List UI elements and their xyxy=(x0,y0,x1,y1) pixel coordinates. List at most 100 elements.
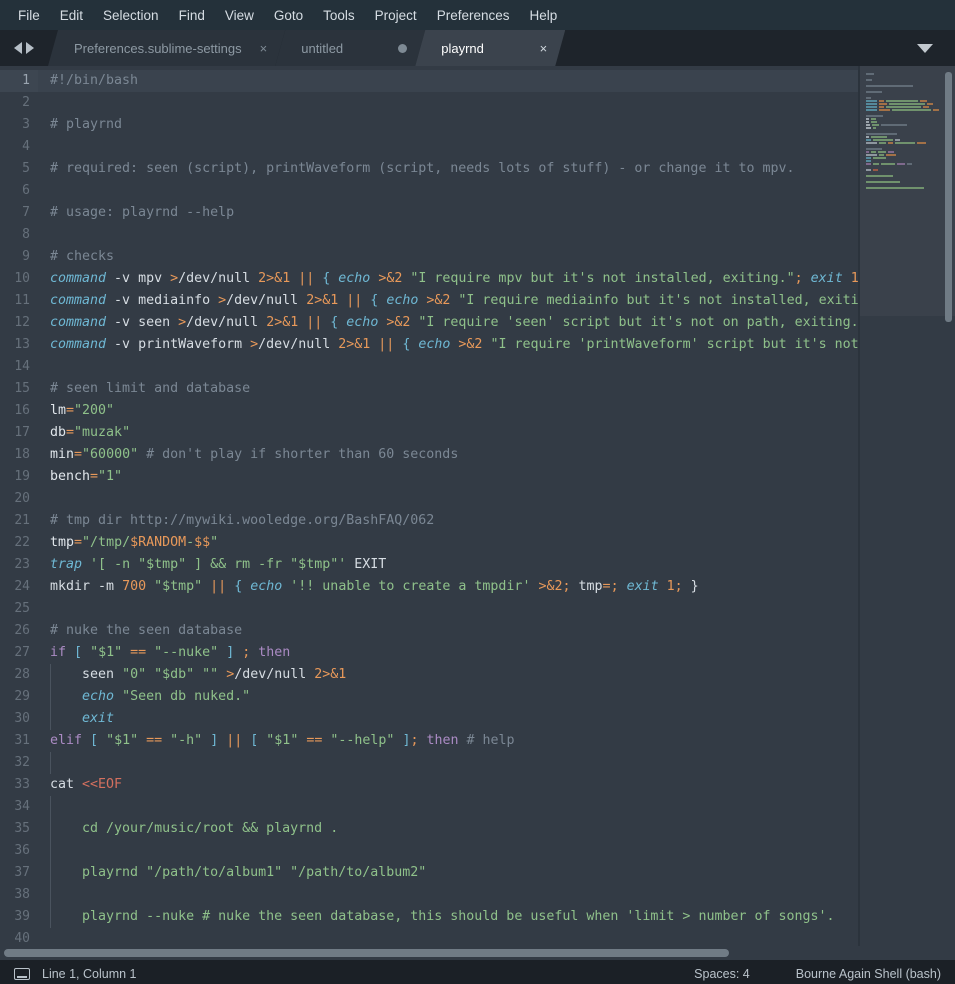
code-line[interactable]: tmp="/tmp/$RANDOM-$$" xyxy=(38,532,858,554)
code-token: if xyxy=(50,645,67,660)
code-line[interactable] xyxy=(38,180,858,202)
close-icon[interactable]: × xyxy=(540,42,548,55)
code-line[interactable]: elif [ "$1" == "-h" ] || [ "$1" == "--he… xyxy=(38,730,858,752)
code-line[interactable]: min="60000" # don't play if shorter than… xyxy=(38,444,858,466)
code-content[interactable]: #!/bin/bash # playrnd # required: seen (sc… xyxy=(38,66,858,946)
code-token: >&2 xyxy=(426,293,451,308)
tab-dropdown-button[interactable] xyxy=(907,30,943,66)
arrow-right-icon[interactable] xyxy=(26,42,34,54)
code-token: "/tmp/ xyxy=(82,535,131,550)
code-token: /dev/null xyxy=(258,337,339,352)
line-number: 23 xyxy=(14,557,30,572)
line-number: 19 xyxy=(14,469,30,484)
status-syntax-mode[interactable]: Bourne Again Shell (bash) xyxy=(796,967,941,981)
code-line[interactable]: command -v seen >/dev/null 2>&1 || { ech… xyxy=(38,312,858,334)
horizontal-scrollbar-track[interactable] xyxy=(0,946,955,960)
code-token: "200" xyxy=(74,403,115,418)
menu-item-view[interactable]: View xyxy=(215,5,264,26)
menu-item-preferences[interactable]: Preferences xyxy=(427,5,520,26)
code-token: mkdir -m xyxy=(50,579,123,594)
code-line[interactable]: lm="200" xyxy=(38,400,858,422)
line-number: 6 xyxy=(22,183,30,198)
code-line[interactable] xyxy=(38,752,858,774)
document-icon xyxy=(14,968,30,980)
code-line[interactable]: playrnd "/path/to/album1" "/path/to/albu… xyxy=(38,862,858,884)
code-token: 2>&1 xyxy=(258,271,291,286)
code-line[interactable]: # required: seen (script), printWaveform… xyxy=(38,158,858,180)
code-line[interactable]: #!/bin/bash xyxy=(38,70,858,92)
line-number-gutter: 1 2 3 4 5 6 7 8 9 10 11 12 13 14 15 16 17 18 19 20 21 22 23 24 2… xyxy=(0,66,38,946)
code-line[interactable] xyxy=(38,598,858,620)
code-line[interactable]: # nuke the seen database xyxy=(38,620,858,642)
arrow-left-icon[interactable] xyxy=(14,42,22,54)
tab-nav-arrows[interactable] xyxy=(0,30,48,66)
code-line[interactable]: if [ "$1" == "--nuke" ] ; then xyxy=(38,642,858,664)
code-line[interactable] xyxy=(38,840,858,862)
menu-item-project[interactable]: Project xyxy=(365,5,427,26)
code-line[interactable]: command -v printWaveform >/dev/null 2>&1… xyxy=(38,334,858,356)
code-line[interactable]: seen "0" "$db" "" >/dev/null 2>&1 xyxy=(38,664,858,686)
code-line[interactable] xyxy=(38,488,858,510)
code-token: 2>&1 xyxy=(266,315,299,330)
horizontal-scrollbar-thumb[interactable] xyxy=(4,949,729,957)
code-line[interactable] xyxy=(38,356,858,378)
code-token: min xyxy=(50,447,75,462)
indent-guide xyxy=(50,708,51,730)
menu-item-selection[interactable]: Selection xyxy=(93,5,169,26)
code-line[interactable] xyxy=(38,928,858,946)
line-number: 22 xyxy=(14,535,30,550)
code-line[interactable] xyxy=(38,884,858,906)
minimap[interactable] xyxy=(860,66,955,946)
code-token: 700 xyxy=(122,579,147,594)
code-line[interactable]: playrnd --nuke # nuke the seen database,… xyxy=(38,906,858,928)
code-token: <<EOF xyxy=(82,777,123,792)
menu-item-file[interactable]: File xyxy=(8,5,50,26)
code-line[interactable]: cat <<EOF xyxy=(38,774,858,796)
code-line[interactable]: # tmp dir http://mywiki.wooledge.org/Bas… xyxy=(38,510,858,532)
code-line[interactable]: exit xyxy=(38,708,858,730)
code-token: $RANDOM xyxy=(130,535,187,550)
menu-item-edit[interactable]: Edit xyxy=(50,5,93,26)
code-line[interactable]: db="muzak" xyxy=(38,422,858,444)
code-line[interactable] xyxy=(38,224,858,246)
menu-item-help[interactable]: Help xyxy=(520,5,568,26)
code-token: 1 xyxy=(850,271,858,286)
code-line[interactable]: # usage: playrnd --help xyxy=(38,202,858,224)
code-token: $$ xyxy=(194,535,211,550)
tab-untitled[interactable]: untitled xyxy=(275,30,425,66)
tab-preferences-sublime-settings[interactable]: Preferences.sublime-settings × xyxy=(48,30,285,66)
code-line[interactable] xyxy=(38,92,858,114)
code-token: || xyxy=(298,271,315,286)
menu-item-find[interactable]: Find xyxy=(169,5,215,26)
code-line[interactable]: command -v mediainfo >/dev/null 2>&1 || … xyxy=(38,290,858,312)
code-line[interactable]: trap '[ -n "$tmp" ] && rm -fr "$tmp"' EX… xyxy=(38,554,858,576)
code-line[interactable] xyxy=(38,796,858,818)
code-line[interactable]: # seen limit and database xyxy=(38,378,858,400)
tab-unsaved-indicator[interactable] xyxy=(398,44,407,53)
code-token: "$db" xyxy=(154,667,195,682)
code-line[interactable]: bench="1" xyxy=(38,466,858,488)
code-line[interactable]: # playrnd xyxy=(38,114,858,136)
line-number: 38 xyxy=(14,887,30,902)
vertical-scrollbar[interactable] xyxy=(945,72,952,322)
code-token: seen xyxy=(50,667,123,682)
code-line[interactable]: cd /your/music/root && playrnd . xyxy=(38,818,858,840)
status-indent-setting[interactable]: Spaces: 4 xyxy=(694,967,750,981)
line-number: 7 xyxy=(22,205,30,220)
code-line[interactable]: echo "Seen db nuked." xyxy=(38,686,858,708)
close-icon[interactable]: × xyxy=(260,42,268,55)
menu-item-goto[interactable]: Goto xyxy=(264,5,313,26)
code-token: elif xyxy=(50,733,83,748)
code-line[interactable]: # checks xyxy=(38,246,858,268)
line-number: 34 xyxy=(14,799,30,814)
tab-playrnd[interactable]: playrnd × xyxy=(415,30,565,66)
code-line[interactable] xyxy=(38,136,858,158)
code-line[interactable]: mkdir -m 700 "$tmp" || { echo '!! unable… xyxy=(38,576,858,598)
code-token: = xyxy=(66,403,75,418)
code-viewport[interactable]: #!/bin/bash # playrnd # required: seen (sc… xyxy=(38,66,858,946)
code-line[interactable]: command -v mpv >/dev/null 2>&1 || { echo… xyxy=(38,268,858,290)
menu-item-tools[interactable]: Tools xyxy=(313,5,365,26)
minimap-viewport[interactable] xyxy=(860,66,955,316)
